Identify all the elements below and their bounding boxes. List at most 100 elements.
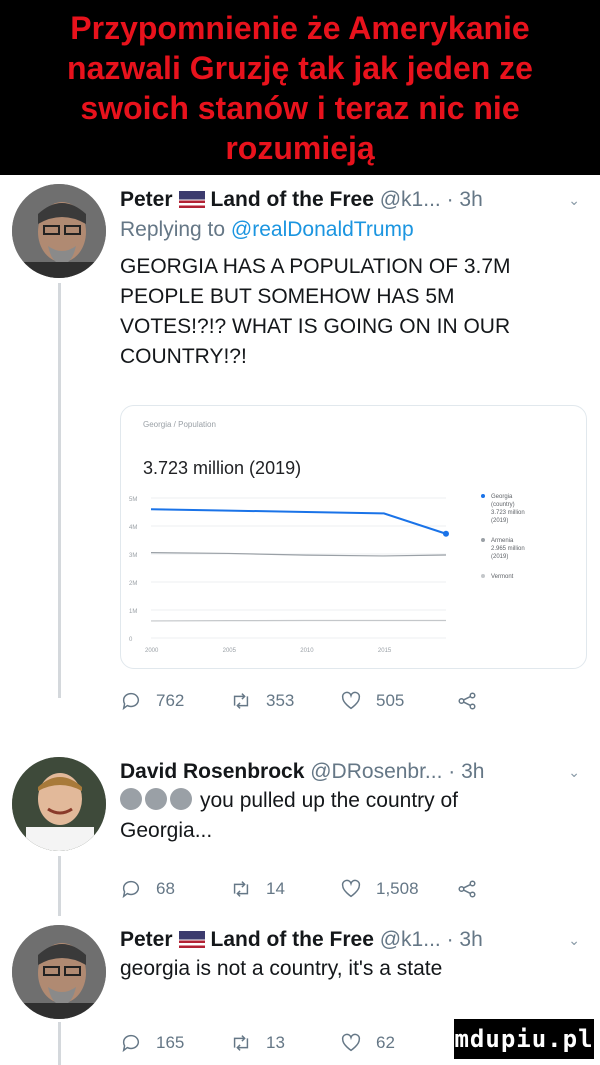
series-line <box>150 508 447 535</box>
tweet-actions: 165 13 62 <box>120 1032 456 1054</box>
legend-label: Georgia <box>491 494 513 500</box>
site-watermark-logo: mdupiu.pl <box>454 1019 594 1059</box>
person-photo-icon <box>12 925 106 1019</box>
legend-label: (2019) <box>491 518 508 524</box>
like-count: 1,508 <box>376 879 419 898</box>
y-tick-label: 4M <box>129 525 137 531</box>
caption-line: Przypomnienie że Amerykanie <box>70 9 530 46</box>
us-flag-icon <box>178 931 205 948</box>
tweet-text-line: VOTES!?!? WHAT IS GOING ON IN OUR <box>120 315 511 338</box>
chevron-down-icon[interactable]: ⌄ <box>568 932 580 949</box>
like-count: 505 <box>376 691 405 710</box>
reply-count: 165 <box>156 1033 185 1052</box>
heart-icon <box>341 1033 361 1052</box>
user-handle: @k1... <box>379 928 441 951</box>
tweet-text: georgia is not a country, it's a state <box>120 954 590 984</box>
retweet-icon <box>233 693 249 709</box>
thread-connector <box>58 856 61 916</box>
reply-icon <box>122 880 140 899</box>
y-tick-label: 3M <box>129 553 137 559</box>
us-flag-icon <box>178 191 205 208</box>
like-action[interactable]: 505 <box>340 690 456 712</box>
user-handle: @DRosenbr... <box>310 760 443 783</box>
tweet[interactable]: Peter Land of the Free @k1... · 3h ⌄ Repl… <box>120 188 590 372</box>
legend-marker <box>481 574 485 578</box>
laughing-emoji-icon <box>145 788 167 810</box>
x-tick-label: 2005 <box>223 648 237 654</box>
user-name[interactable]: Peter <box>120 188 173 211</box>
caption-line: nazwali Gruzję tak jak jeden ze <box>67 49 533 86</box>
legend-label: 3.723 million <box>491 510 525 516</box>
legend-label: 2.965 million <box>491 546 525 552</box>
reply-action[interactable]: 165 <box>120 1032 230 1054</box>
avatar[interactable] <box>12 184 106 278</box>
tweet[interactable]: Peter Land of the Free @k1... · 3h ⌄ geor… <box>120 928 590 984</box>
tweet-actions: 762 353 505 <box>120 690 492 712</box>
retweet-count: 14 <box>266 879 285 898</box>
timestamp[interactable]: · 3h <box>448 760 484 783</box>
person-photo-icon <box>12 757 106 851</box>
timestamp[interactable]: · 3h <box>447 188 483 211</box>
laughing-emoji-icon <box>170 788 192 810</box>
retweet-icon <box>233 1035 249 1051</box>
x-tick-label: 2000 <box>145 648 159 654</box>
tweet-text-line: Georgia... <box>120 819 213 842</box>
heart-icon <box>341 691 361 710</box>
display-name-suffix[interactable]: Land of the Free <box>211 188 374 211</box>
replying-to: Replying to @realDonaldTrump <box>120 218 590 242</box>
reply-prefix: Replying to <box>120 218 226 241</box>
tweet-text: you pulled up the country of Georgia... <box>120 786 590 846</box>
tweet-actions: 68 14 1,508 <box>120 878 492 900</box>
laughing-emoji-icon <box>120 788 142 810</box>
chevron-down-icon[interactable]: ⌄ <box>568 192 580 209</box>
legend-label: (country) <box>491 502 515 508</box>
heart-icon <box>341 879 361 898</box>
y-tick-label: 0 <box>129 637 133 643</box>
tweet-header: Peter Land of the Free @k1... · 3h <box>120 188 590 212</box>
legend-marker <box>481 494 485 498</box>
retweet-action[interactable]: 13 <box>230 1032 340 1054</box>
user-handle: @k1... <box>379 188 441 211</box>
share-action[interactable] <box>456 690 492 712</box>
legend-label: (2019) <box>491 554 508 560</box>
thread-connector <box>58 1022 61 1065</box>
timestamp[interactable]: · 3h <box>447 928 483 951</box>
like-action[interactable]: 1,508 <box>340 878 456 900</box>
tweet-text-part: you pulled up the country of <box>200 789 459 812</box>
reply-action[interactable]: 762 <box>120 690 230 712</box>
mention-link[interactable]: @realDonaldTrump <box>231 218 414 241</box>
legend-marker <box>481 538 485 542</box>
reply-action[interactable]: 68 <box>120 878 230 900</box>
x-tick-label: 2015 <box>378 648 392 654</box>
share-icon <box>458 692 476 710</box>
tweet-text-line: COUNTRY!?! <box>120 345 247 368</box>
tweet-text: GEORGIA HAS A POPULATION OF 3.7M PEOPLE … <box>120 252 590 372</box>
person-photo-icon <box>12 184 106 278</box>
retweet-action[interactable]: 14 <box>230 878 340 900</box>
share-action[interactable] <box>456 878 492 900</box>
share-icon <box>458 880 476 898</box>
tweet-text-line: you pulled up the country of <box>120 786 590 816</box>
tweet-header: David Rosenbrock @DRosenbr... · 3h <box>120 760 590 784</box>
search-result-card[interactable]: Georgia / Population 3.723 million (2019… <box>120 405 587 669</box>
avatar[interactable] <box>12 757 106 851</box>
meme-caption-banner: Przypomnienie że Amerykanie nazwali Gruz… <box>0 0 600 175</box>
reply-icon <box>122 692 140 711</box>
caption-line: swoich stanów i teraz nic nie <box>80 89 520 126</box>
tweet[interactable]: David Rosenbrock @DRosenbr... · 3h ⌄ you… <box>120 760 590 846</box>
legend-label: Vermont <box>491 574 514 580</box>
x-tick-label: 2010 <box>300 648 314 654</box>
retweet-count: 13 <box>266 1033 285 1052</box>
display-name-suffix[interactable]: Land of the Free <box>211 928 374 951</box>
y-tick-label: 5M <box>129 497 137 503</box>
series-point <box>443 530 449 537</box>
like-action[interactable]: 62 <box>340 1032 456 1054</box>
retweet-action[interactable]: 353 <box>230 690 340 712</box>
avatar[interactable] <box>12 925 106 1019</box>
user-name[interactable]: Peter <box>120 928 173 951</box>
tweet-text-line: georgia is not a country, it's a state <box>120 957 443 980</box>
chevron-down-icon[interactable]: ⌄ <box>568 764 580 781</box>
y-tick-label: 1M <box>129 609 137 615</box>
user-name[interactable]: David Rosenbrock <box>120 760 304 783</box>
retweet-count: 353 <box>266 691 295 710</box>
